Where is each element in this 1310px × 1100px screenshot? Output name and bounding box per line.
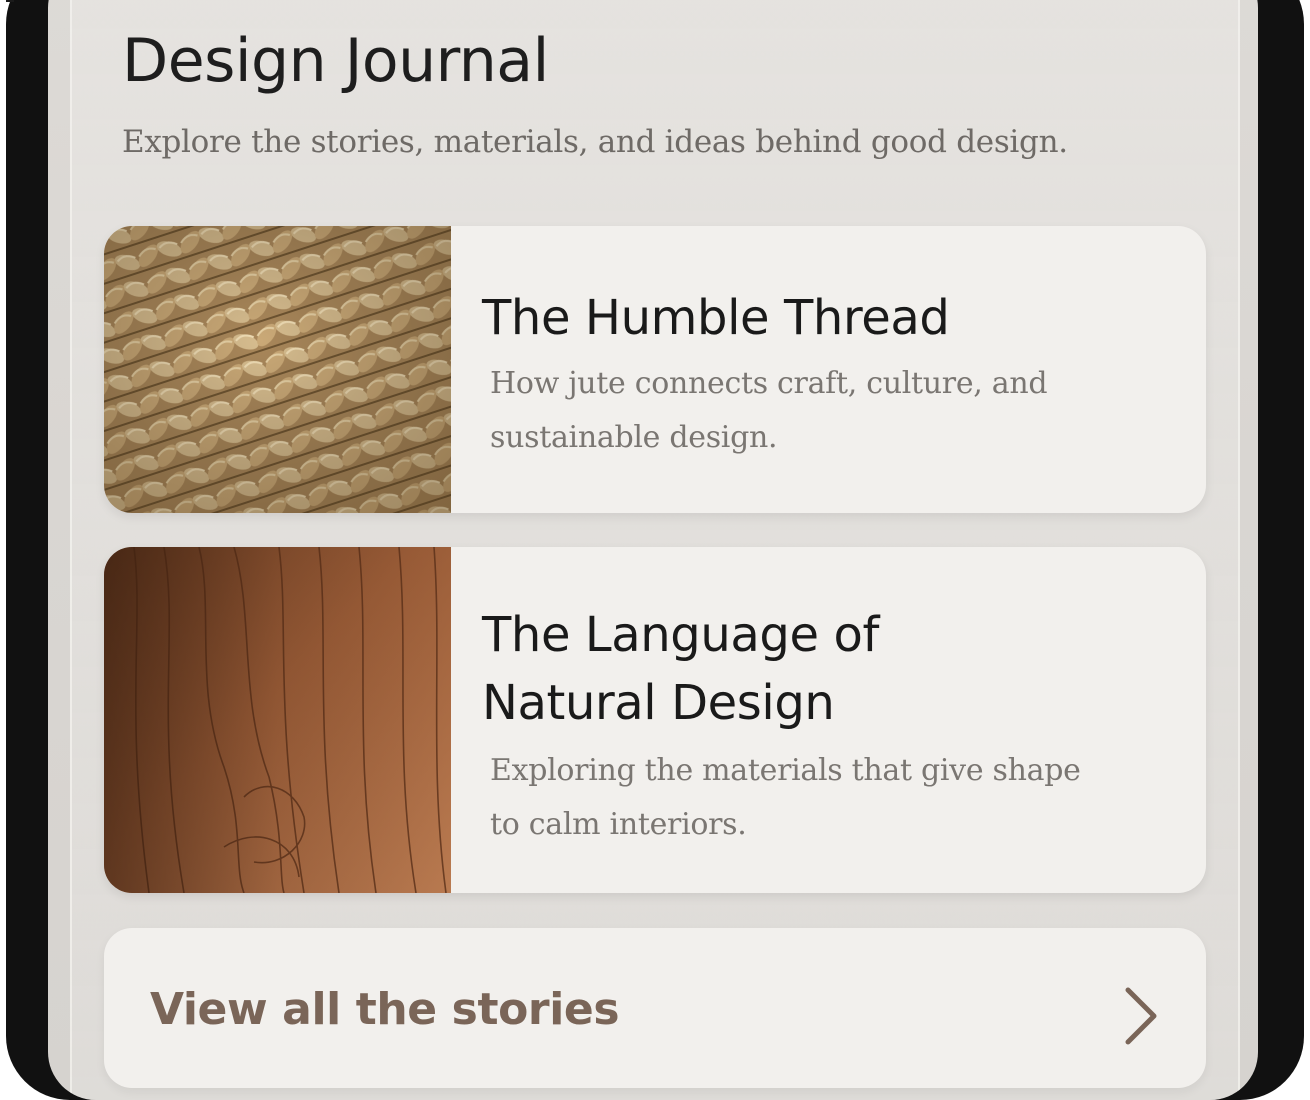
- story-card-natural-design[interactable]: The Language of Natural Design Exploring…: [104, 547, 1206, 893]
- wood-grain-image: [104, 547, 451, 893]
- phone-side-button: [6, 0, 14, 2]
- story-description: Exploring the materials that give shape …: [490, 753, 1081, 842]
- page-subtitle: Explore the stories, materials, and idea…: [122, 124, 1068, 160]
- story-description: How jute connects craft, culture, and su…: [490, 366, 1048, 455]
- view-all-label: View all the stories: [150, 984, 620, 1035]
- story-card-humble-thread[interactable]: The Humble Thread How jute connects craf…: [104, 226, 1206, 513]
- story-title: The Humble Thread: [482, 290, 950, 346]
- chevron-right-icon: [1125, 987, 1157, 1045]
- page-title: Design Journal: [122, 26, 549, 96]
- jute-texture-image: [104, 226, 451, 513]
- story-title: The Language of Natural Design: [482, 607, 879, 731]
- view-all-stories-button[interactable]: View all the stories: [104, 928, 1206, 1088]
